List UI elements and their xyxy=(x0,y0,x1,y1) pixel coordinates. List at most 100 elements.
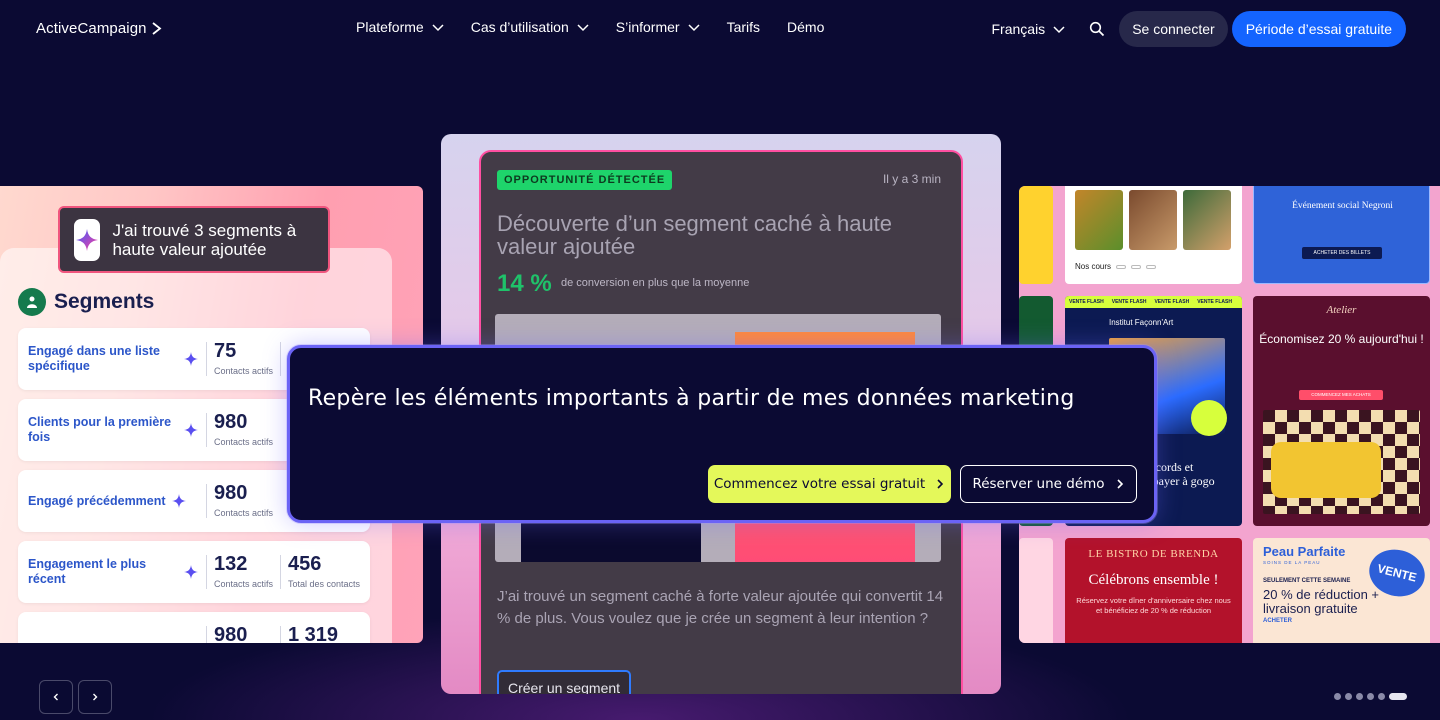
nav-item-plateforme[interactable]: Plateforme xyxy=(356,19,444,35)
carousel-dot[interactable] xyxy=(1367,693,1374,700)
segment-name: Engagé dans une liste spécifique xyxy=(28,328,198,390)
top-nav: ActiveCampaign Plateforme Cas d’utilisat… xyxy=(0,0,1440,58)
segment-name: Engagement le plus récent xyxy=(28,541,198,603)
flash-sticker xyxy=(1191,400,1227,436)
food-nav-pill xyxy=(1146,264,1157,269)
people-photo xyxy=(1183,190,1231,250)
chevron-right-icon xyxy=(937,479,944,489)
active-contacts-label: Contacts actifs xyxy=(214,579,274,589)
food-nav-label: Nos cours xyxy=(1075,262,1112,271)
cta-label: Réserver une démo xyxy=(972,476,1105,492)
nav-label: Plateforme xyxy=(356,19,424,35)
nav-links: Plateforme Cas d’utilisation S’informer … xyxy=(356,19,851,35)
active-contacts-value: 980 xyxy=(214,411,248,433)
negroni-title: Événement social Negroni xyxy=(1292,201,1393,211)
ai-sparkle-icon xyxy=(74,218,101,261)
segment-name: Engagé précédemment xyxy=(28,470,198,532)
food-nav: Nos cours xyxy=(1075,262,1157,271)
nav-item-cas-utilisation[interactable]: Cas d’utilisation xyxy=(471,19,589,35)
carousel-dot[interactable] xyxy=(1389,693,1407,700)
total-contacts-value: 456 xyxy=(288,553,322,575)
carousel-dot[interactable] xyxy=(1356,693,1363,700)
atelier-logo: Atelier xyxy=(1326,304,1357,316)
template-negroni: Événement social Negroni ACHETER DES BIL… xyxy=(1253,186,1430,284)
divider xyxy=(206,484,207,518)
template-food-courses: Nos cours xyxy=(1065,186,1242,284)
divider xyxy=(280,626,281,643)
prompt-text: Repère les éléments importants à partir … xyxy=(308,386,1075,411)
carousel-next-button[interactable] xyxy=(78,680,112,714)
nav-item-demo[interactable]: Démo xyxy=(787,19,824,35)
segment-row[interactable]: 980 1 319 xyxy=(18,612,370,643)
sparkle-icon xyxy=(184,352,198,366)
book-demo-button[interactable]: Réserver une démo xyxy=(960,465,1137,503)
nav-label: Cas d’utilisation xyxy=(470,19,569,35)
total-contacts-value: 1 319 xyxy=(288,624,339,643)
segments-logo-icon xyxy=(18,288,46,316)
nav-label: Démo xyxy=(787,19,825,35)
opportunity-badge: OPPORTUNITÉ DÉTECTÉE xyxy=(497,170,673,190)
active-contacts-value: 980 xyxy=(214,482,248,504)
nav-item-sinformer[interactable]: S’informer xyxy=(616,19,700,35)
segment-name: Clients pour la première fois xyxy=(28,399,198,461)
people-photo xyxy=(1129,190,1177,250)
carousel-dot[interactable] xyxy=(1378,693,1385,700)
nav-item-tarifs[interactable]: Tarifs xyxy=(727,19,760,35)
chevron-down-icon xyxy=(688,24,700,32)
divider xyxy=(206,555,207,589)
active-contacts-value: 75 xyxy=(214,340,237,362)
opportunity-timestamp: Il y a 3 min xyxy=(882,172,941,186)
chevron-down-icon xyxy=(1053,26,1065,34)
carousel-dot[interactable] xyxy=(1345,693,1352,700)
nav-label: S’informer xyxy=(615,19,680,35)
language-selector[interactable]: Français xyxy=(992,21,1066,37)
chevron-right-icon xyxy=(1116,479,1123,489)
segments-heading: Segments xyxy=(18,288,154,316)
activecampaign-logo[interactable]: ActiveCampaign xyxy=(36,20,162,37)
atelier-button: COMMENCEZ MES ACHATS xyxy=(1299,390,1383,400)
flash-sale-label: VENTE FLASH xyxy=(1154,299,1190,305)
active-contacts-label: Contacts actifs xyxy=(214,437,274,447)
carousel-dot[interactable] xyxy=(1334,693,1341,700)
flash-brand: Institut Façonn'Art xyxy=(1109,318,1174,327)
search-icon[interactable] xyxy=(1089,21,1105,37)
ai-prompt-box: Repère les éléments importants à partir … xyxy=(287,345,1157,523)
active-contacts-label: Contacts actifs xyxy=(214,508,274,518)
template-atelier: Atelier Économisez 20 % aujourd'hui ! CO… xyxy=(1253,296,1430,526)
divider xyxy=(206,413,207,447)
food-nav-pill xyxy=(1131,264,1142,269)
active-contacts-label: Contacts actifs xyxy=(214,366,274,376)
conversion-percent: 14 % xyxy=(497,270,552,297)
food-photo xyxy=(1075,190,1123,250)
nav-label: Tarifs xyxy=(726,19,761,35)
chevron-down-icon xyxy=(432,24,444,32)
chevron-down-icon xyxy=(577,24,589,32)
create-segment-button[interactable]: Créer un segment xyxy=(497,670,632,694)
divider xyxy=(206,626,207,643)
active-contacts-value: 980 xyxy=(214,624,248,643)
sparkle-icon xyxy=(184,565,198,579)
nav-actions: Français Se connecter Période d’essai gr… xyxy=(992,11,1406,47)
template-peau-parfaite: Peau Parfaite SOINS DE LA PEAU VENTE SEU… xyxy=(1253,538,1430,643)
divider xyxy=(280,555,281,589)
peau-week-label: SEULEMENT CETTE SEMAINE xyxy=(1263,578,1351,584)
sparkle-icon xyxy=(184,423,198,437)
opportunity-title: Découverte d’un segment caché à haute va… xyxy=(497,211,893,259)
sofa-shape xyxy=(1271,442,1381,498)
language-label: Français xyxy=(991,21,1046,37)
template-bistro: LE BISTRO DE BRENDA Célébrons ensemble !… xyxy=(1065,538,1242,643)
peau-subtitle: SOINS DE LA PEAU xyxy=(1263,560,1321,565)
flash-sale-label: VENTE FLASH xyxy=(1069,299,1104,305)
divider xyxy=(280,342,281,376)
cta-label: Commencez votre essai gratuit xyxy=(713,476,926,492)
carousel-prev-button[interactable] xyxy=(39,680,73,714)
sparkle-icon xyxy=(171,494,186,508)
flash-sale-strip: VENTE FLASH VENTE FLASH VENTE FLASH VENT… xyxy=(1065,296,1242,308)
ai-found-callout: J'ai trouvé 3 segments à haute valeur aj… xyxy=(58,206,330,273)
free-trial-button[interactable]: Période d’essai gratuite xyxy=(1231,11,1406,47)
login-button[interactable]: Se connecter xyxy=(1119,11,1228,47)
segment-row[interactable]: Engagement le plus récent 132 Contacts a… xyxy=(18,541,370,603)
divider xyxy=(206,342,207,376)
peau-title: Peau Parfaite xyxy=(1263,544,1346,559)
start-free-trial-button[interactable]: Commencez votre essai gratuit xyxy=(708,465,951,503)
